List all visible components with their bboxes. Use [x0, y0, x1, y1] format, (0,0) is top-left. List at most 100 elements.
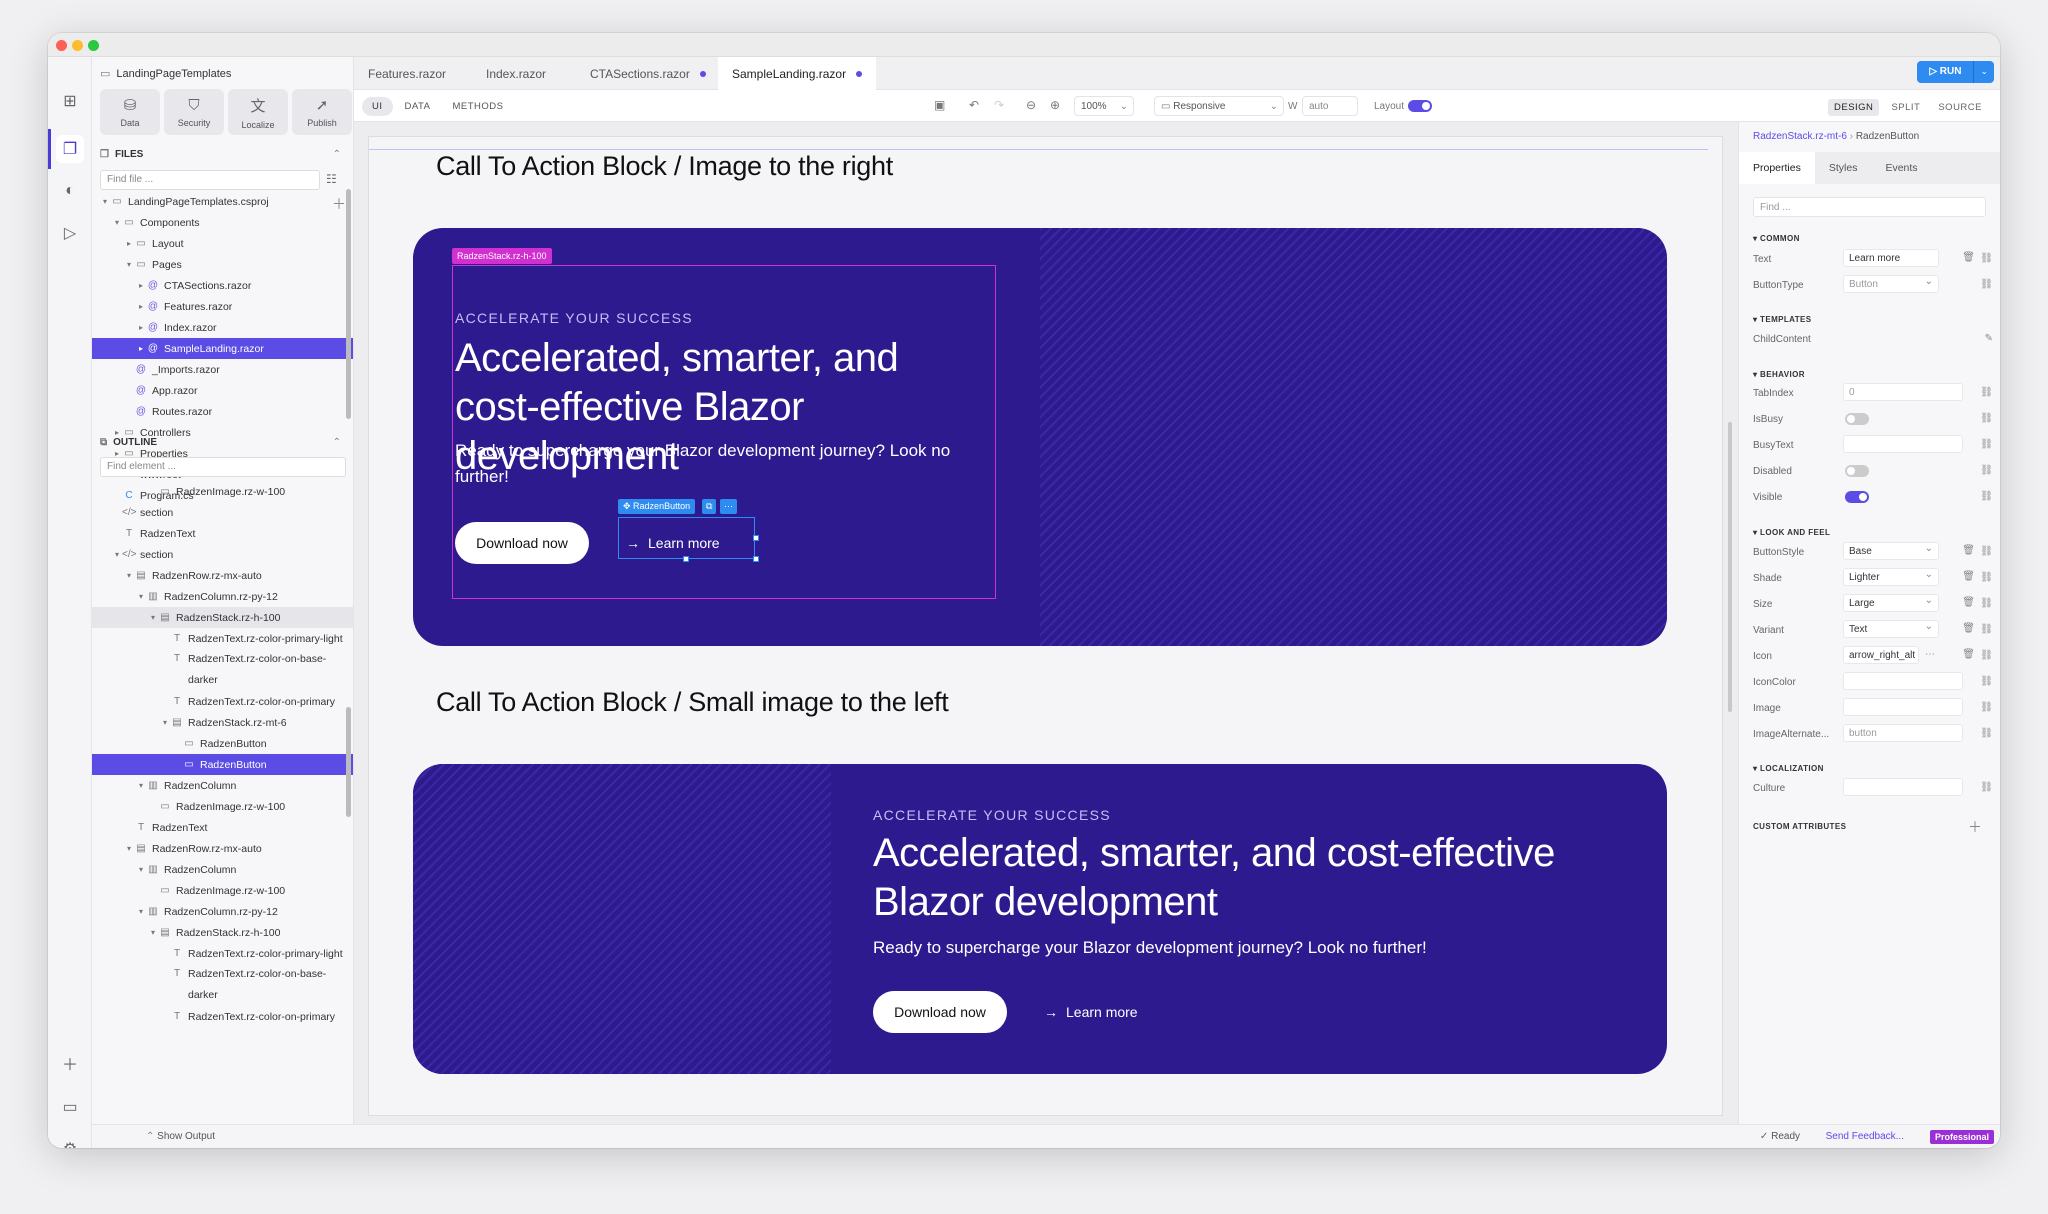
outline-item[interactable]: ▾ </> section [92, 544, 353, 565]
text-input[interactable]: Learn more [1843, 249, 1939, 267]
outline-item[interactable]: ▾ ▥ RadzenColumn [92, 775, 353, 796]
link-icon[interactable]: ⛓ [1980, 650, 1993, 661]
link-icon[interactable]: ⛓ [1980, 465, 1993, 476]
collapse-chevron-icon[interactable]: ⌃ [333, 437, 341, 448]
link-icon[interactable]: ⛓ [1980, 439, 1993, 450]
chevron-right-icon[interactable]: ▸ [112, 428, 122, 437]
buttontype-select[interactable]: Button [1843, 275, 1939, 293]
group-custom-attributes[interactable]: CUSTOM ATTRIBUTES [1753, 822, 1846, 831]
chevron-down-icon[interactable]: ▾ [136, 592, 146, 601]
seg-ui[interactable]: UI [362, 97, 393, 116]
undo-icon[interactable]: ↶ [969, 98, 979, 112]
send-feedback-link[interactable]: Send Feedback... [1826, 1131, 1904, 1142]
outline-scrollbar[interactable] [346, 707, 351, 817]
link-icon[interactable]: ⛓ [1980, 253, 1993, 264]
buttonstyle-select[interactable]: Base [1843, 542, 1939, 560]
size-select[interactable]: Large [1843, 594, 1939, 612]
icon-input[interactable]: arrow_right_alt [1843, 646, 1919, 664]
property-search-input[interactable]: Find ... [1753, 197, 1986, 217]
resize-handle[interactable] [753, 556, 759, 562]
tab-properties[interactable]: Properties [1739, 152, 1815, 184]
file-tree-item[interactable]: @ Routes.razor [92, 401, 353, 422]
visible-toggle[interactable] [1845, 491, 1869, 503]
files-section-header[interactable]: ❐ FILES ⌃ [100, 149, 345, 160]
open-folder-icon[interactable]: ▭ [56, 1093, 84, 1121]
zoom-select[interactable]: 100% ⌄ [1074, 96, 1134, 116]
outline-item[interactable]: ▾ ▥ RadzenColumn [92, 859, 353, 880]
width-input[interactable]: auto [1302, 96, 1358, 116]
tab-index[interactable]: Index.razor [472, 57, 560, 90]
outline-item[interactable]: T RadzenText [92, 523, 353, 544]
device-select[interactable]: ▭ Responsive ⌄ [1154, 96, 1284, 116]
outline-item[interactable]: ▾ ▤ RadzenStack.rz-h-100 [92, 607, 353, 628]
mode-split[interactable]: SPLIT [1885, 99, 1926, 116]
outline-item[interactable]: ▭ RadzenButton [92, 733, 353, 754]
link-icon[interactable]: ⛓ [1980, 387, 1993, 398]
trash-icon[interactable]: 🗑 [1962, 597, 1975, 608]
seg-methods[interactable]: METHODS [442, 97, 513, 116]
chevron-down-icon[interactable]: ▾ [148, 613, 158, 622]
trash-icon[interactable]: 🗑 [1962, 649, 1975, 660]
learn-more-button[interactable]: → Learn more [1044, 991, 1138, 1033]
outline-item[interactable]: ▭ RadzenImage.rz-w-100 [92, 481, 353, 502]
tab-features[interactable]: Features.razor [354, 57, 460, 90]
outline-item[interactable]: ▾ ▤ RadzenStack.rz-mt-6 [92, 712, 353, 733]
outline-item[interactable]: T RadzenText.rz-color-primary-light [92, 943, 353, 964]
outline-item[interactable]: T RadzenText.rz-color-on-primary [92, 1006, 353, 1027]
tabindex-input[interactable]: 0 [1843, 383, 1963, 401]
tab-ctasections[interactable]: CTASections.razor [576, 57, 720, 90]
link-icon[interactable]: ⛓ [1980, 624, 1993, 635]
collapse-chevron-icon[interactable]: ⌃ [333, 149, 341, 160]
chevron-down-icon[interactable]: ▾ [136, 781, 146, 790]
chevron-down-icon[interactable]: ▾ [124, 571, 134, 580]
group-look-and-feel[interactable]: ▾ LOOK AND FEEL [1753, 528, 1830, 537]
canvas-scrollbar[interactable] [1728, 422, 1732, 712]
minimize-window-button[interactable] [72, 40, 83, 51]
settings-gear-icon[interactable]: ⚙ [56, 1135, 84, 1148]
add-attribute-icon[interactable]: ＋ [1968, 817, 1982, 837]
data-button[interactable]: ⛁ Data [100, 89, 160, 135]
chevron-down-icon[interactable]: ▾ [160, 718, 170, 727]
element-search-input[interactable]: Find element ... [100, 457, 346, 477]
mode-source[interactable]: SOURCE [1932, 99, 1988, 116]
chevron-right-icon[interactable]: ▸ [136, 281, 146, 290]
mode-design[interactable]: DESIGN [1828, 99, 1880, 116]
security-button[interactable]: ⛉ Security [164, 89, 224, 135]
link-icon[interactable]: ⛓ [1980, 279, 1993, 290]
file-tree-item[interactable]: ▸ @ SampleLanding.razor [92, 338, 353, 359]
chevron-down-icon[interactable]: ▾ [124, 260, 134, 269]
file-tree-item[interactable]: @ App.razor [92, 380, 353, 401]
link-icon[interactable]: ⛓ [1980, 491, 1993, 502]
link-icon[interactable]: ⛓ [1980, 546, 1993, 557]
run-options-chevron-icon[interactable]: ⌄ [1973, 61, 1994, 83]
file-tree-item[interactable]: ▸ @ CTASections.razor [92, 275, 353, 296]
outline-item[interactable]: ▾ ▤ RadzenStack.rz-h-100 [92, 922, 353, 943]
seg-data[interactable]: DATA [395, 97, 441, 116]
add-icon[interactable]: ＋ [56, 1049, 84, 1077]
disabled-toggle[interactable] [1845, 465, 1869, 477]
busytext-input[interactable] [1843, 435, 1963, 453]
outline-item[interactable]: ▾ ▤ RadzenRow.rz-mx-auto [92, 565, 353, 586]
culture-input[interactable] [1843, 778, 1963, 796]
link-icon[interactable]: ⛓ [1980, 572, 1993, 583]
group-templates[interactable]: ▾ TEMPLATES [1753, 315, 1812, 324]
chevron-down-icon[interactable]: ▾ [136, 865, 146, 874]
close-window-button[interactable] [56, 40, 67, 51]
group-behavior[interactable]: ▾ BEHAVIOR [1753, 370, 1805, 379]
chevron-down-icon[interactable]: ▾ [112, 218, 122, 227]
file-tree-item[interactable]: ▾ ▭ Components [92, 212, 353, 233]
chevron-right-icon[interactable]: ▸ [136, 323, 146, 332]
imagealternate-input[interactable]: button [1843, 724, 1963, 742]
outline-item[interactable]: T RadzenText.rz-color-on-base-darker [92, 964, 353, 1006]
outline-item[interactable]: </> section [92, 502, 353, 523]
run-debug-icon[interactable]: ▷ [56, 219, 84, 247]
cta-block-image-left[interactable]: ACCELERATE YOUR SUCCESS Accelerated, sma… [413, 764, 1667, 1074]
outline-item[interactable]: ▾ ▤ RadzenRow.rz-mx-auto [92, 838, 353, 859]
group-common[interactable]: ▾ COMMON [1753, 234, 1800, 243]
breadcrumb-parent[interactable]: RadzenStack.rz-mt-6 [1753, 131, 1847, 142]
group-localization[interactable]: ▾ LOCALIZATION [1753, 764, 1824, 773]
file-tree-item[interactable]: ▸ @ Features.razor [92, 296, 353, 317]
chevron-right-icon[interactable]: ▸ [136, 302, 146, 311]
outline-item[interactable]: T RadzenText.rz-color-on-base-darker [92, 649, 353, 691]
outline-item[interactable]: T RadzenText.rz-color-on-primary [92, 691, 353, 712]
